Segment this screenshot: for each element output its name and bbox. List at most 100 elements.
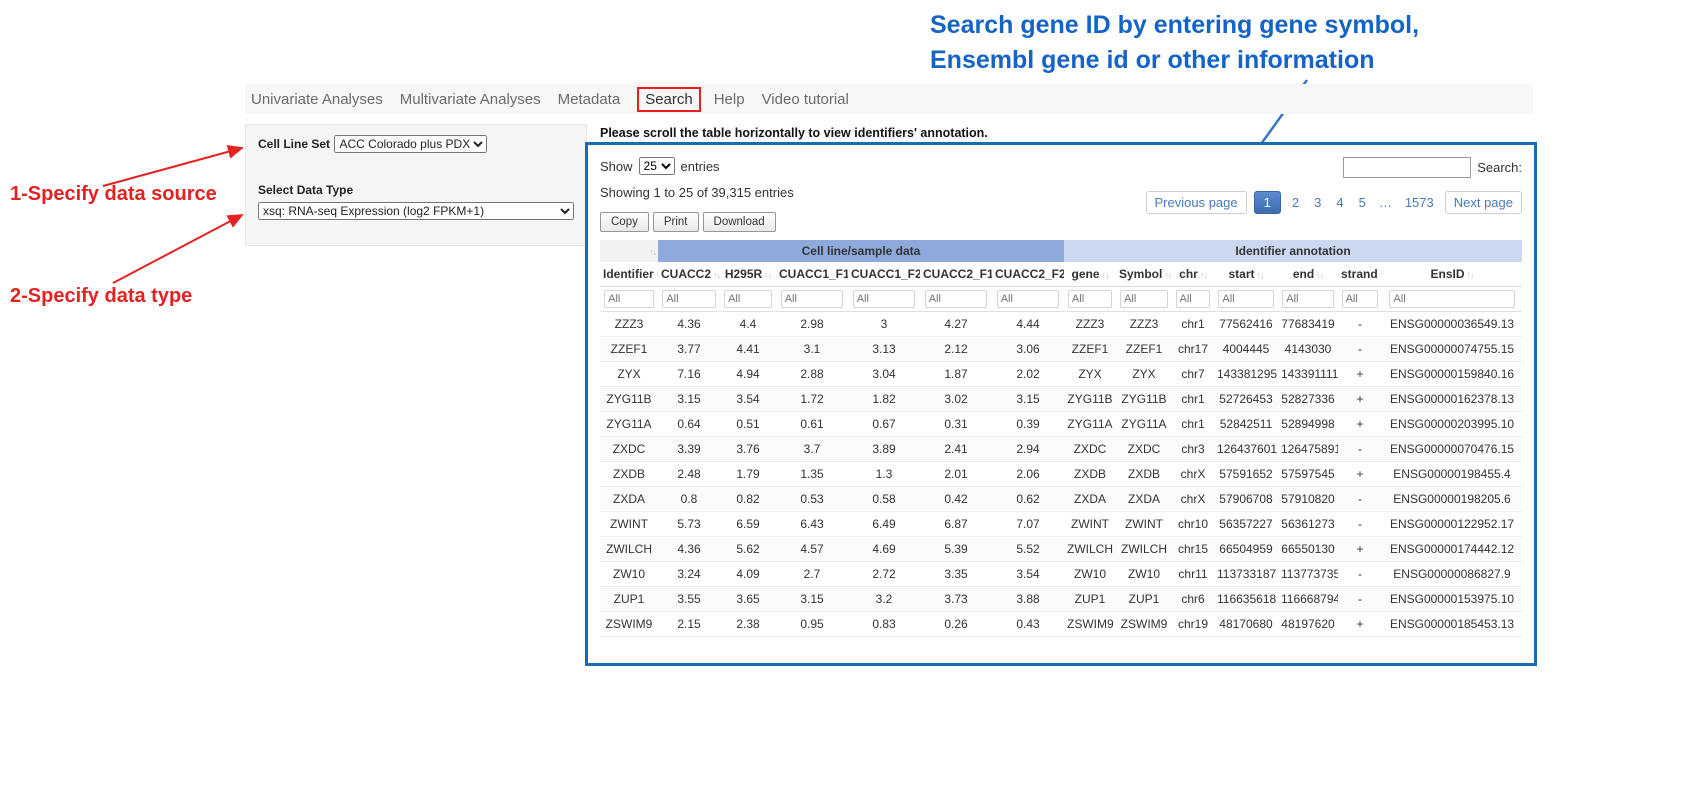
column-header-cuacc2[interactable]: CUACC2↑↓: [658, 262, 720, 287]
table-cell: ZXDB: [1064, 462, 1116, 487]
column-header-ensid[interactable]: EnsID↑↓: [1382, 262, 1522, 287]
sort-icon[interactable]: ↑↓: [1164, 270, 1171, 280]
filter-input-identifier[interactable]: [604, 290, 654, 308]
table-cell: 4.09: [720, 562, 776, 587]
sort-icon[interactable]: ↑↓: [764, 270, 771, 280]
sort-icon[interactable]: ↑↓: [1316, 270, 1323, 280]
table-row[interactable]: ZZZ34.364.42.9834.274.44ZZZ3ZZZ3chr17756…: [600, 312, 1522, 337]
table-cell: 57591652: [1214, 462, 1278, 487]
page-button-4[interactable]: 4: [1332, 192, 1347, 213]
nav-item-univariate-analyses[interactable]: Univariate Analyses: [251, 91, 383, 108]
column-header-symbol[interactable]: Symbol↑↓: [1116, 262, 1172, 287]
sort-icon[interactable]: ↑↓: [656, 270, 658, 280]
table-row[interactable]: ZXDB2.481.791.351.32.012.06ZXDBZXDBchrX5…: [600, 462, 1522, 487]
table-cell: 4.36: [658, 537, 720, 562]
filter-input-cuacc2-f1[interactable]: [925, 290, 988, 308]
column-header-identifier[interactable]: Identifier↑↓: [600, 262, 658, 287]
copy-button[interactable]: Copy: [600, 212, 649, 232]
table-cell: ZWINT: [600, 512, 658, 537]
filter-input-ensid[interactable]: [1389, 290, 1514, 308]
filter-input-symbol[interactable]: [1120, 290, 1168, 308]
nav-item-multivariate-analyses[interactable]: Multivariate Analyses: [400, 91, 541, 108]
sort-icon[interactable]: ↑↓: [1200, 270, 1207, 280]
table-cell: chr6: [1172, 587, 1214, 612]
filter-input-cuacc2-f2[interactable]: [997, 290, 1060, 308]
previous-page-button[interactable]: Previous page: [1146, 191, 1247, 214]
column-header-end[interactable]: end↑↓: [1278, 262, 1338, 287]
data-type-label: Select Data Type: [258, 183, 574, 197]
table-row[interactable]: ZWILCH4.365.624.574.695.395.52ZWILCHZWIL…: [600, 537, 1522, 562]
filter-input-gene[interactable]: [1068, 290, 1112, 308]
filter-input-chr[interactable]: [1176, 290, 1211, 308]
page-button-1[interactable]: 1: [1254, 191, 1281, 214]
table-row[interactable]: ZW103.244.092.72.723.353.54ZW10ZW10chr11…: [600, 562, 1522, 587]
column-header-chr[interactable]: chr↑↓: [1172, 262, 1214, 287]
table-cell: -: [1338, 337, 1382, 362]
table-row[interactable]: ZXDA0.80.820.530.580.420.62ZXDAZXDAchrX5…: [600, 487, 1522, 512]
table-cell: 77683419: [1278, 312, 1338, 337]
filter-input-cuacc2[interactable]: [662, 290, 715, 308]
table-row[interactable]: ZXDC3.393.763.73.892.412.94ZXDCZXDCchr31…: [600, 437, 1522, 462]
filter-cell-start: [1214, 287, 1278, 312]
table-row[interactable]: ZSWIM92.152.380.950.830.260.43ZSWIM9ZSWI…: [600, 612, 1522, 637]
table-row[interactable]: ZYG11B3.153.541.721.823.023.15ZYG11BZYG1…: [600, 387, 1522, 412]
filter-input-cuacc1-f2[interactable]: [853, 290, 916, 308]
table-row[interactable]: ZUP13.553.653.153.23.733.88ZUP1ZUP1chr61…: [600, 587, 1522, 612]
column-header-strand[interactable]: strand↑↓: [1338, 262, 1382, 287]
table-cell: chr1: [1172, 312, 1214, 337]
table-cell: 3.77: [658, 337, 720, 362]
sort-icon[interactable]: ↑↓: [1380, 270, 1382, 280]
table-cell: 1.82: [848, 387, 920, 412]
table-cell: ZZZ3: [600, 312, 658, 337]
table-cell: 3.2: [848, 587, 920, 612]
column-label: CUACC1_F1: [779, 267, 848, 281]
table-cell: 0.8: [658, 487, 720, 512]
column-header-start[interactable]: start↑↓: [1214, 262, 1278, 287]
filter-input-strand[interactable]: [1342, 290, 1379, 308]
table-cell: 3.04: [848, 362, 920, 387]
column-header-gene[interactable]: gene↑↓: [1064, 262, 1116, 287]
cell-line-set-select[interactable]: ACC Colorado plus PDX: [334, 135, 487, 153]
show-entries-select[interactable]: 25: [639, 157, 675, 175]
sort-icon[interactable]: ↑↓: [649, 247, 656, 257]
table-cell: ENSG00000153975.10: [1382, 587, 1522, 612]
filter-input-end[interactable]: [1282, 290, 1334, 308]
page-button-2[interactable]: 2: [1288, 192, 1303, 213]
table-cell: 4.41: [720, 337, 776, 362]
table-row[interactable]: ZZEF13.774.413.13.132.123.06ZZEF1ZZEF1ch…: [600, 337, 1522, 362]
search-input[interactable]: [1343, 157, 1471, 178]
page-button-3[interactable]: 3: [1310, 192, 1325, 213]
print-button[interactable]: Print: [653, 212, 699, 232]
table-cell: 0.51: [720, 412, 776, 437]
table-row[interactable]: ZWINT5.736.596.436.496.877.07ZWINTZWINTc…: [600, 512, 1522, 537]
page-button-5[interactable]: 5: [1355, 192, 1370, 213]
table-cell: +: [1338, 387, 1382, 412]
column-header-cuacc1-f1[interactable]: CUACC1_F1↑↓: [776, 262, 848, 287]
column-header-h295r[interactable]: H295R↑↓: [720, 262, 776, 287]
nav-item-metadata[interactable]: Metadata: [558, 91, 621, 108]
sort-icon[interactable]: ↑↓: [713, 270, 720, 280]
filter-input-h295r[interactable]: [724, 290, 772, 308]
column-header-cuacc2-f2[interactable]: CUACC2_F2↑↓: [992, 262, 1064, 287]
column-label: strand: [1341, 267, 1378, 281]
sort-icon[interactable]: ↑↓: [1257, 270, 1264, 280]
sort-icon[interactable]: ↑↓: [1467, 270, 1474, 280]
filter-input-start[interactable]: [1218, 290, 1273, 308]
next-page-button[interactable]: Next page: [1445, 191, 1522, 214]
sort-icon[interactable]: ↑↓: [1102, 270, 1109, 280]
nav-item-video-tutorial[interactable]: Video tutorial: [762, 91, 849, 108]
page-button-1573[interactable]: 1573: [1401, 192, 1438, 213]
red-arrow-1: [103, 148, 242, 186]
nav-item-search[interactable]: Search: [637, 87, 701, 112]
table-row[interactable]: ZYX7.164.942.883.041.872.02ZYXZYXchr7143…: [600, 362, 1522, 387]
table-row[interactable]: ZYG11A0.640.510.610.670.310.39ZYG11AZYG1…: [600, 412, 1522, 437]
table-cell: ENSG00000162378.13: [1382, 387, 1522, 412]
data-type-select[interactable]: xsq: RNA-seq Expression (log2 FPKM+1): [258, 202, 574, 220]
download-button[interactable]: Download: [703, 212, 776, 232]
nav-item-help[interactable]: Help: [714, 91, 745, 108]
filter-input-cuacc1-f1[interactable]: [781, 290, 844, 308]
column-label: end: [1293, 267, 1314, 281]
column-header-cuacc2-f1[interactable]: CUACC2_F1↑↓: [920, 262, 992, 287]
column-header-cuacc1-f2[interactable]: CUACC1_F2↑↓: [848, 262, 920, 287]
table-cell: 4.69: [848, 537, 920, 562]
